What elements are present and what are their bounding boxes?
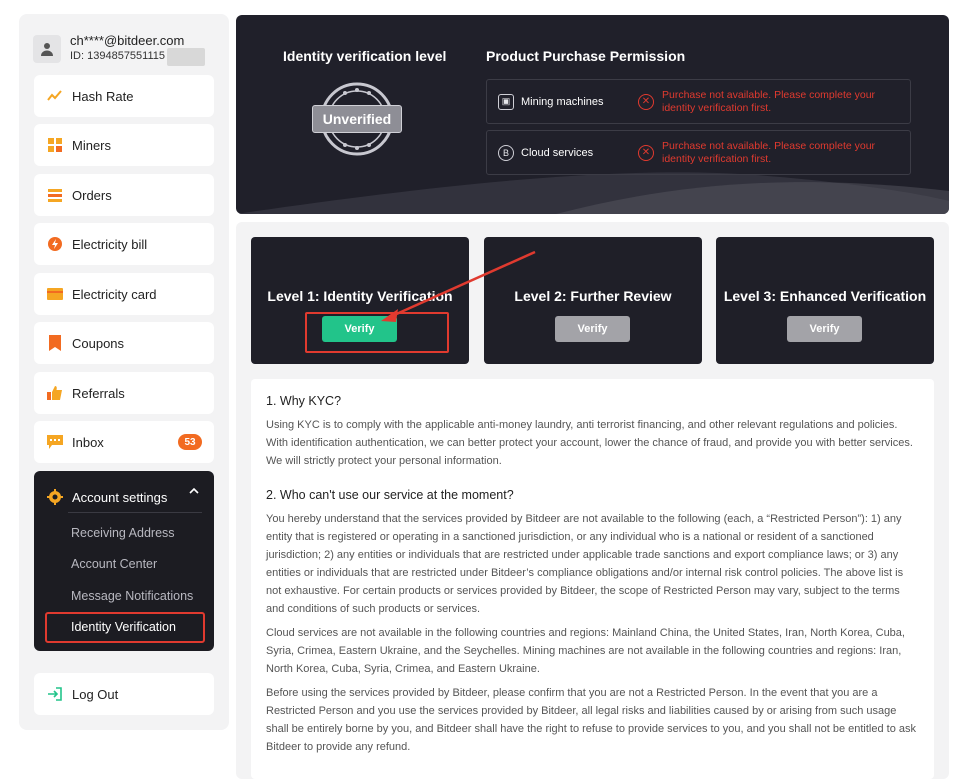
- sidebar-item-orders[interactable]: Orders: [34, 174, 214, 216]
- permission-message: Purchase not available. Please complete …: [662, 88, 876, 114]
- section-text: Before using the services provided by Bi…: [266, 687, 916, 753]
- inbox-icon: [47, 434, 63, 450]
- user-email: ch****@bitdeer.com: [70, 32, 185, 48]
- sub-item-receiving-address[interactable]: Receiving Address: [71, 526, 175, 540]
- level-title: Level 3: Enhanced Verification: [723, 288, 927, 304]
- section-text: You hereby understand that the services …: [266, 513, 904, 615]
- user-id-text: ID: 1394857551115: [70, 50, 166, 62]
- bitcoin-icon: B: [498, 144, 514, 161]
- sidebar-item-electricity-card[interactable]: Electricity card: [34, 273, 214, 315]
- permission-row-mining: ▣ Mining machines ✕ Purchase not availab…: [486, 79, 911, 124]
- verify-button-level-1[interactable]: Verify: [322, 316, 397, 342]
- sidebar-item-electricity-bill[interactable]: Electricity bill: [34, 223, 214, 265]
- level-card-2: Level 2: Further Review Verify: [484, 237, 702, 364]
- electricity-bill-icon: [47, 236, 63, 252]
- section-heading: 1. Why KYC?: [266, 394, 342, 408]
- miners-icon: [47, 137, 63, 153]
- section-heading: 2. Who can't use our service at the mome…: [266, 488, 514, 502]
- logout-label: Log Out: [72, 686, 119, 702]
- main-content: Level 1: Identity Verification Verify Le…: [236, 222, 949, 779]
- section-text: Cloud services are not available in the …: [266, 627, 905, 675]
- permission-name: Mining machines: [521, 95, 604, 108]
- user-icon: [41, 43, 53, 56]
- sidebar-item-label: Hash Rate: [72, 88, 134, 104]
- status-badge: Unverified: [312, 105, 402, 133]
- avatar[interactable]: [33, 35, 61, 63]
- sidebar-item-label: Orders: [72, 187, 112, 203]
- electricity-card-icon: [47, 286, 63, 302]
- sidebar-item-miners[interactable]: Miners: [34, 124, 214, 166]
- sidebar-item-label: Inbox: [72, 434, 104, 450]
- hash-rate-icon: [47, 88, 63, 104]
- sidebar-item-label: Miners: [72, 137, 112, 153]
- sidebar-item-label: Electricity bill: [72, 236, 148, 252]
- sub-item-account-center[interactable]: Account Center: [71, 557, 157, 571]
- divider: [68, 512, 202, 513]
- chevron-up-icon: [189, 487, 199, 494]
- verification-banner: Identity verification level Unverified P…: [236, 15, 949, 214]
- gear-icon: [47, 489, 63, 505]
- sidebar-item-inbox[interactable]: Inbox 53: [34, 421, 214, 463]
- level-title: Level 2: Further Review: [514, 288, 672, 304]
- permission-row-cloud: B Cloud services ✕ Purchase not availabl…: [486, 130, 911, 175]
- sidebar-item-label: Referrals: [72, 385, 125, 401]
- section-text: Using KYC is to comply with the applicab…: [266, 419, 913, 467]
- page-root: ch****@bitdeer.com ID: 1394857551115 Has…: [0, 0, 961, 779]
- permission-message: Purchase not available. Please complete …: [662, 139, 876, 165]
- sidebar-item-coupons[interactable]: Coupons: [34, 322, 214, 364]
- verify-button-level-2[interactable]: Verify: [555, 316, 630, 342]
- permission-name: Cloud services: [521, 146, 594, 159]
- level-title: Identity verification level: [283, 48, 447, 64]
- permission-title: Product Purchase Permission: [486, 48, 686, 64]
- sidebar-item-hash-rate[interactable]: Hash Rate: [34, 75, 214, 117]
- coupons-icon: [47, 335, 63, 351]
- level-card-1: Level 1: Identity Verification Verify: [251, 237, 469, 364]
- sidebar: ch****@bitdeer.com ID: 1394857551115 Has…: [19, 14, 229, 730]
- kyc-info: 1. Why KYC? Using KYC is to comply with …: [251, 379, 934, 779]
- orders-icon: [47, 187, 63, 203]
- sidebar-item-label: Electricity card: [72, 286, 157, 302]
- level-card-3: Level 3: Enhanced Verification Verify: [716, 237, 934, 364]
- user-info: ch****@bitdeer.com ID: 1394857551115: [33, 24, 223, 74]
- account-settings-panel: Account settings Receiving Address Accou…: [34, 471, 214, 651]
- sub-item-identity-verification[interactable]: Identity Verification: [71, 620, 176, 634]
- account-settings-label: Account settings: [72, 489, 168, 505]
- logout-icon: [47, 686, 63, 702]
- account-settings-toggle[interactable]: Account settings: [34, 471, 214, 511]
- unread-badge: 53: [178, 434, 202, 450]
- verify-button-level-3[interactable]: Verify: [787, 316, 862, 342]
- user-id: ID: 1394857551115: [70, 47, 206, 66]
- thumbs-up-icon: [47, 385, 63, 401]
- sub-item-message-notifications[interactable]: Message Notifications: [71, 589, 193, 603]
- sidebar-item-label: Coupons: [72, 335, 125, 351]
- level-title: Level 1: Identity Verification: [267, 288, 453, 304]
- id-mask: [167, 47, 206, 66]
- logout-button[interactable]: Log Out: [34, 673, 214, 715]
- error-icon: ✕: [638, 93, 654, 110]
- error-icon: ✕: [638, 144, 654, 161]
- mining-machine-icon: ▣: [498, 93, 514, 110]
- sidebar-item-referrals[interactable]: Referrals: [34, 372, 214, 414]
